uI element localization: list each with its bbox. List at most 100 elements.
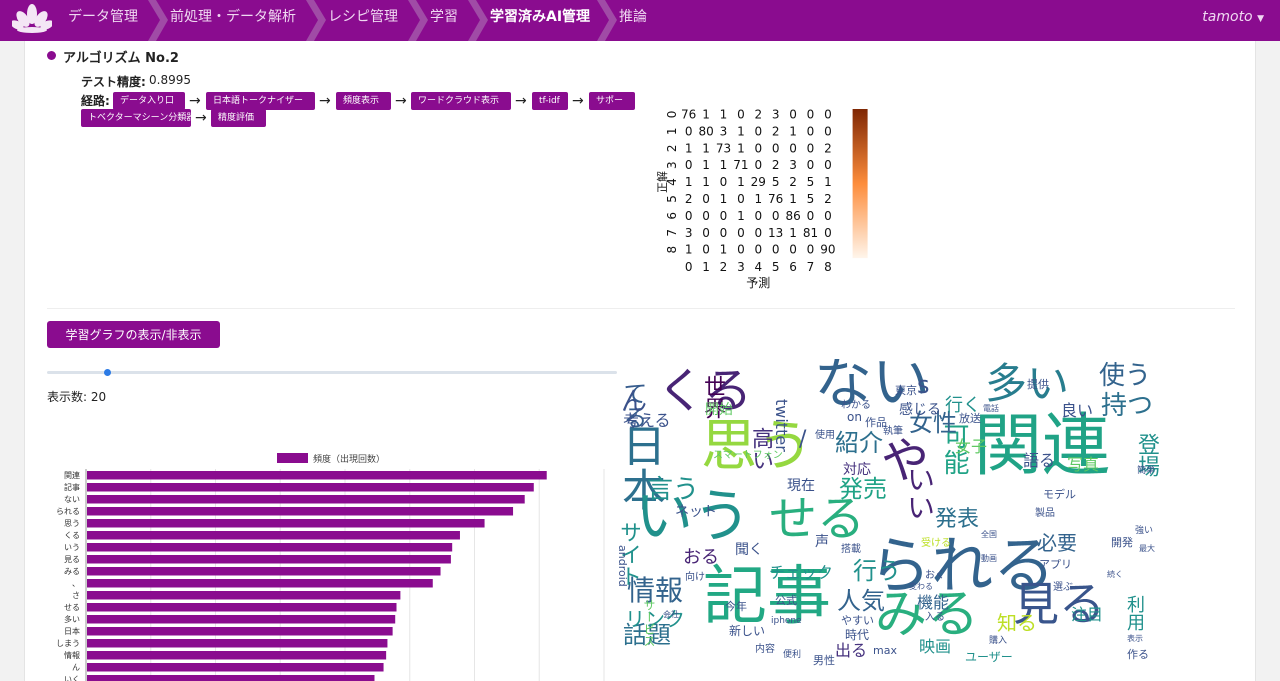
cm-cell-value: 3 [720, 124, 728, 138]
word-cloud-word: 開発 [1111, 536, 1133, 549]
pipeline-step-1[interactable]: 日本語トークナイザー [206, 92, 315, 110]
arrow-right-icon: → [319, 93, 331, 109]
cm-y-tick: 8 [665, 246, 679, 254]
pipeline-step-5[interactable]: トベクターマシーン分類器 [81, 109, 191, 127]
pipeline-step-0[interactable]: データ入り口 [113, 92, 185, 110]
nav-item-1[interactable]: 前処理・データ解析 [170, 0, 296, 34]
bar-11 [87, 603, 397, 612]
cm-cell-value: 0 [807, 141, 815, 155]
word-cloud-word: ネット [675, 504, 717, 520]
bar-7 [87, 555, 451, 564]
nav-item-0[interactable]: データ管理 [68, 0, 138, 34]
word-cloud-word: やすい [841, 614, 874, 627]
cm-cell-value: 0 [824, 226, 832, 240]
word-cloud-word: on [847, 410, 862, 424]
cm-x-tick: 6 [789, 260, 797, 274]
accuracy-value: 0.8995 [149, 73, 191, 87]
word-cloud-word: 全国 [981, 530, 997, 539]
y-tick-label: られる [56, 507, 80, 516]
word-cloud-word: 持つ [1101, 391, 1154, 421]
cm-cell-value: 1 [720, 192, 728, 206]
user-name: tamoto [1202, 9, 1253, 25]
cm-cell-value: 1 [824, 175, 832, 189]
cm-cell-value: 76 [681, 107, 696, 121]
cm-cell-value: 0 [789, 141, 797, 155]
user-menu[interactable]: tamoto ▼ [1202, 0, 1264, 36]
word-cloud-word: 声 [815, 534, 829, 550]
cm-y-tick: 1 [665, 128, 679, 136]
pipeline-step-4[interactable]: tf-idf [532, 92, 568, 110]
cm-cell-value: 0 [754, 124, 762, 138]
bar-17 [87, 675, 375, 681]
word-cloud-word: 聞く [735, 542, 763, 558]
cm-colorbar [852, 109, 868, 259]
caret-down-icon: ▼ [1257, 14, 1264, 24]
pipeline-step-5-wrap[interactable]: サポー [589, 92, 635, 110]
y-tick-label: いう [64, 543, 80, 552]
breadcrumb-chevron-icon [597, 0, 617, 41]
bar-0 [87, 471, 547, 480]
bar-10 [87, 591, 401, 600]
bar-14 [87, 639, 388, 648]
cm-y-label: 正解 [655, 171, 669, 193]
word-cloud-word: 発売 [839, 475, 887, 503]
nav-item-4[interactable]: 学習済みAI管理 [490, 0, 590, 34]
cm-y-tick: 5 [665, 195, 679, 203]
cm-cell-value: 0 [807, 107, 815, 121]
nav-item-5[interactable]: 推論 [619, 0, 647, 34]
bar-5 [87, 531, 460, 540]
bar-8 [87, 567, 441, 576]
nav-item-2[interactable]: レシピ管理 [328, 0, 398, 34]
word-cloud-word: twitter [772, 399, 791, 452]
word-cloud-word: 必要 [1037, 531, 1077, 555]
cm-cell-value: 0 [702, 209, 710, 223]
toggle-learning-graph-button[interactable]: 学習グラフの表示/非表示 [47, 321, 220, 348]
pipeline-step-3[interactable]: ワードクラウド表示 [411, 92, 511, 110]
cm-x-tick: 7 [807, 260, 815, 274]
display-count-slider-thumb[interactable] [104, 369, 111, 376]
word-cloud-word: 公式 [775, 594, 797, 607]
word-cloud-word: 感じる [899, 402, 941, 418]
cm-cell-value: 1 [702, 141, 710, 155]
cm-cell-value: 1 [685, 175, 693, 189]
cm-cell-value: 0 [720, 226, 728, 240]
word-cloud-word: 写真 [1067, 455, 1100, 474]
word-cloud-word: 紹介 [835, 429, 883, 457]
cm-cell-value: 2 [685, 192, 693, 206]
cm-cell-value: 0 [685, 209, 693, 223]
bar-15 [87, 651, 387, 660]
pipeline-step-2[interactable]: 頻度表示 [336, 92, 391, 110]
cm-cell-value: 3 [772, 107, 780, 121]
word-cloud-word: 発表 [935, 507, 980, 532]
cm-cell-value: 0 [789, 243, 797, 257]
word-cloud-word: 購入 [989, 636, 1008, 646]
y-tick-label: 関連 [64, 470, 80, 480]
y-tick-label: 、 [72, 579, 80, 588]
cm-cell-value: 5 [807, 192, 815, 206]
accuracy-label: テスト精度: [81, 75, 146, 89]
display-count-slider[interactable] [47, 371, 617, 374]
cm-cell-value: 1 [702, 158, 710, 172]
model-detail-card: アルゴリズム No.2 テスト精度: 0.8995 経路: データ入り口 → 日本語… [24, 41, 1256, 681]
y-tick-label: 記事 [64, 482, 80, 492]
cm-cell-value: 1 [789, 124, 797, 138]
word-cloud-word: s [917, 371, 930, 399]
algorithm-title: アルゴリズム No.2 [63, 51, 179, 66]
nav-item-3[interactable]: 学習 [430, 0, 458, 34]
lotus-logo-icon[interactable] [12, 2, 52, 38]
pipeline-step-6[interactable]: 精度評価 [211, 109, 266, 127]
cm-x-tick: 8 [824, 260, 832, 274]
cm-cell-value: 0 [824, 209, 832, 223]
word-cloud-word: 製品 [1035, 508, 1055, 519]
cm-cell-value: 3 [789, 158, 797, 172]
word-cloud-word: 強い [1135, 526, 1154, 536]
word-cloud-word: 受ける [921, 538, 951, 549]
frequency-bar-chart: 頻度（出現回数） 関連記事ないられる思うくるいう見るみる、させる多い日本しまう情報… [56, 453, 605, 681]
bar-4 [87, 519, 485, 528]
word-cloud-word: 知る [997, 611, 1037, 635]
cm-cell-value: 0 [702, 243, 710, 257]
word-cloud-word: 開始 [705, 402, 733, 418]
word-cloud-word: 表示 [1127, 634, 1143, 643]
cm-cell-value: 71 [733, 158, 748, 172]
cm-cell-value: 2 [754, 107, 762, 121]
